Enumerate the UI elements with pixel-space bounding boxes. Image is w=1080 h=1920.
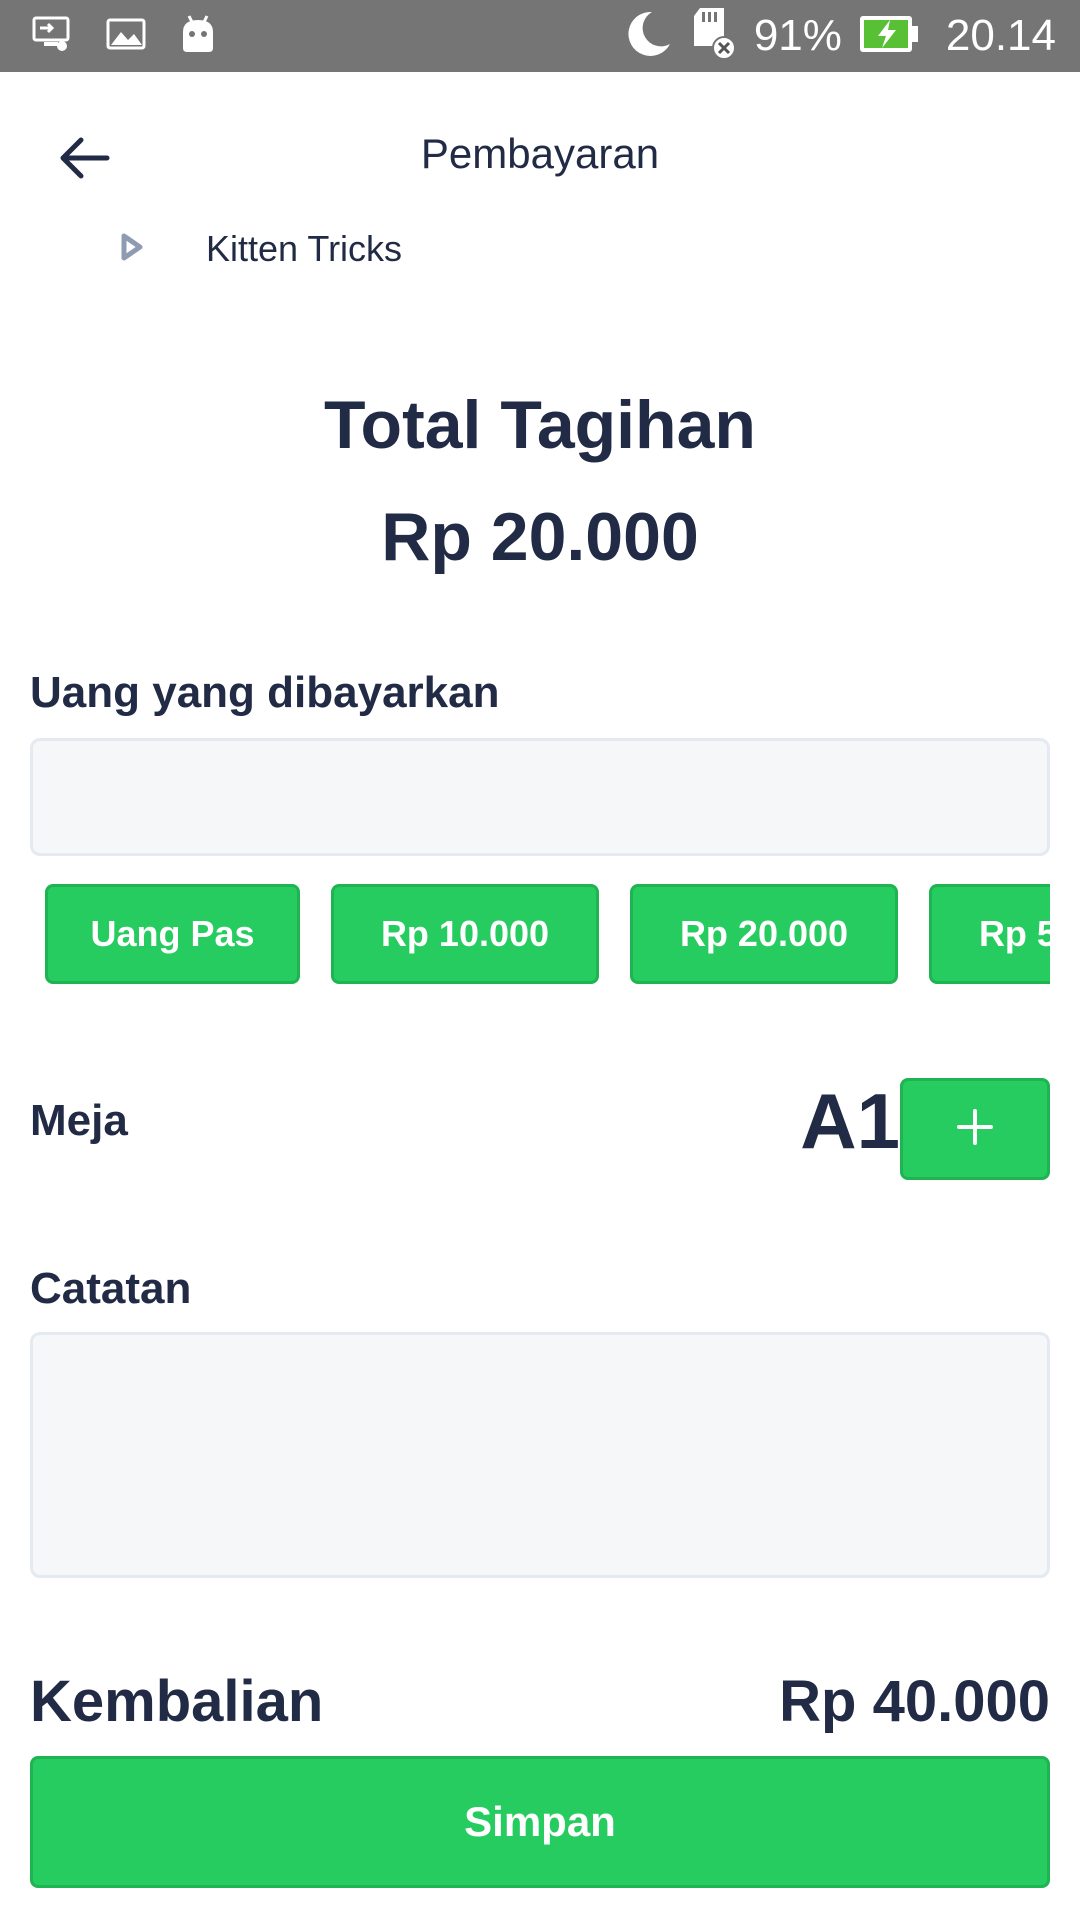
- note-label: Catatan: [30, 1264, 192, 1313]
- total-amount: Rp 20.000: [381, 499, 699, 575]
- change-value: Rp 40.000: [779, 1669, 1050, 1734]
- note-input[interactable]: [30, 1332, 1050, 1578]
- moon-icon: [622, 8, 674, 65]
- clock: 20.14: [945, 11, 1056, 60]
- battery-percent: 91%: [753, 11, 842, 60]
- save-button[interactable]: Simpan: [30, 1756, 1050, 1888]
- quick-amount-exact-button[interactable]: Uang Pas: [45, 884, 300, 984]
- table-label: Meja: [30, 1096, 128, 1145]
- subnav-link[interactable]: Kitten Tricks: [118, 228, 402, 270]
- quick-amount-10000-button[interactable]: Rp 10.000: [331, 884, 599, 984]
- image-icon: [106, 18, 146, 55]
- paid-amount-input[interactable]: [30, 738, 1050, 856]
- chevron-right-icon: [118, 232, 146, 267]
- table-value: A1: [800, 1077, 900, 1165]
- status-bar: 91% 20.14: [0, 0, 1080, 72]
- battery-charging-icon: [858, 14, 920, 59]
- sd-card-error-icon: [690, 6, 738, 67]
- subnav-label: Kitten Tricks: [206, 228, 403, 269]
- plus-icon: [955, 1107, 995, 1152]
- status-bar-system: 91% 20.14: [622, 7, 1056, 60]
- add-table-button[interactable]: [900, 1078, 1050, 1180]
- paid-amount-label: Uang yang dibayarkan: [30, 668, 500, 717]
- top-navigation: Pembayaran Kitten Tricks: [0, 72, 1080, 269]
- change-label: Kembalian: [30, 1669, 324, 1734]
- quick-amount-50000-button[interactable]: Rp 50.000: [929, 884, 1050, 984]
- android-icon: [180, 14, 216, 59]
- page-title: Pembayaran: [420, 130, 660, 177]
- screen-cast-icon: [32, 16, 72, 57]
- quick-amount-20000-button[interactable]: Rp 20.000: [630, 884, 898, 984]
- status-bar-notifications: [32, 14, 216, 58]
- quick-amount-buttons: Uang Pas Rp 10.000 Rp 20.000 Rp 50.000: [30, 882, 1050, 986]
- total-title: Total Tagihan: [324, 387, 756, 463]
